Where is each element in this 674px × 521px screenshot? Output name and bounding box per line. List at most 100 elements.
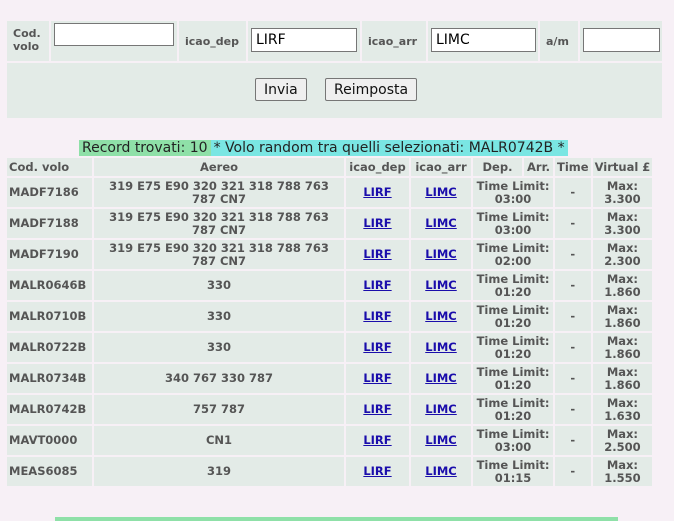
- icao-dep-link[interactable]: LIRF: [363, 402, 391, 416]
- icao-arr-cell: LIMC: [411, 271, 471, 300]
- icao-dep-cell: LIRF: [346, 271, 409, 300]
- icao-arr-link[interactable]: LIMC: [425, 464, 457, 478]
- submit-button[interactable]: Invia: [255, 78, 307, 101]
- time-limit-value: 01:20: [494, 408, 532, 423]
- time-limit-cell: Time Limit: 03:00: [473, 178, 553, 207]
- icao-arr-cell: LIMC: [411, 457, 471, 486]
- icao-dep-link[interactable]: LIRF: [363, 216, 391, 230]
- time-cell: -: [555, 178, 591, 207]
- icao-arr-link[interactable]: LIMC: [425, 247, 457, 261]
- max-value: 3.300: [604, 191, 641, 206]
- icao-arr-link[interactable]: LIMC: [425, 433, 457, 447]
- virtual-cell: Max: 2.300: [592, 240, 653, 269]
- time-cell: -: [555, 271, 591, 300]
- flight-code-cell: MADF7190: [7, 240, 92, 269]
- am-input[interactable]: [583, 28, 660, 52]
- icao-dep-input[interactable]: [251, 28, 357, 52]
- icao-dep-link[interactable]: LIRF: [363, 309, 391, 323]
- time-limit-label: Time Limit:: [476, 271, 550, 286]
- time-cell: -: [555, 209, 591, 238]
- virtual-cell: Max: 1.550: [592, 457, 653, 486]
- time-limit-value: 01:20: [494, 284, 532, 299]
- flight-code-cell: MADF7188: [7, 209, 92, 238]
- icao-arr-link[interactable]: LIMC: [425, 185, 457, 199]
- icao-arr-link[interactable]: LIMC: [425, 216, 457, 230]
- max-value: 1.550: [604, 470, 641, 485]
- time-limit-label: Time Limit:: [476, 364, 550, 379]
- col-header-cod-volo: Cod. volo: [7, 158, 92, 176]
- virtual-cell: Max: 3.300: [592, 178, 653, 207]
- virtual-cell: Max: 1.630: [592, 395, 653, 424]
- virtual-cell: Max: 1.860: [592, 364, 653, 393]
- flight-code-cell: MADF7186: [7, 178, 92, 207]
- table-header-row: Cod. volo Aereo icao_dep icao_arr Dep. A…: [7, 158, 653, 176]
- max-label: Max:: [606, 395, 639, 410]
- table-row: MADF7186 319 E75 E90 320 321 318 788 763 …: [7, 178, 653, 207]
- max-value: 1.860: [604, 284, 641, 299]
- aircraft-cell: 340 767 330 787: [94, 364, 344, 393]
- icao-arr-link[interactable]: LIMC: [425, 278, 457, 292]
- icao-dep-link[interactable]: LIRF: [363, 464, 391, 478]
- am-label-cell: a/m: [540, 21, 578, 61]
- cod-volo-input[interactable]: [54, 23, 174, 46]
- max-label: Max:: [606, 271, 639, 286]
- aircraft-cell: CN1: [94, 426, 344, 455]
- time-limit-label: Time Limit:: [476, 333, 550, 348]
- max-label: Max:: [606, 178, 639, 193]
- icao-dep-cell: LIRF: [346, 178, 409, 207]
- max-value: 3.300: [604, 222, 641, 237]
- time-limit-value: 01:20: [494, 377, 532, 392]
- time-cell: -: [555, 333, 591, 362]
- max-label: Max:: [606, 333, 639, 348]
- random-flight-text: * Volo random tra quelli selezionati: MA…: [210, 140, 568, 156]
- virtual-cell: Max: 3.300: [592, 209, 653, 238]
- reset-button[interactable]: Reimposta: [325, 78, 418, 101]
- col-header-aereo: Aereo: [94, 158, 344, 176]
- icao-dep-cell: LIRF: [346, 457, 409, 486]
- time-limit-value: 03:00: [494, 439, 532, 454]
- icao-dep-cell: LIRF: [346, 209, 409, 238]
- aircraft-cell: 319 E75 E90 320 321 318 788 763 787 CN7: [94, 240, 344, 269]
- time-limit-label: Time Limit:: [476, 426, 550, 441]
- time-limit-label: Time Limit:: [476, 457, 550, 472]
- icao-arr-link[interactable]: LIMC: [425, 340, 457, 354]
- virtual-cell: Max: 1.860: [592, 302, 653, 331]
- flight-code-cell: MALR0710B: [7, 302, 92, 331]
- icao-arr-link[interactable]: LIMC: [425, 309, 457, 323]
- icao-arr-link[interactable]: LIMC: [425, 402, 457, 416]
- result-banner: Record trovati: 10 * Volo random tra quel…: [79, 139, 568, 157]
- max-value: 2.300: [604, 253, 641, 268]
- am-input-cell: [580, 21, 662, 61]
- icao-dep-cell: LIRF: [346, 302, 409, 331]
- icao-arr-cell: LIMC: [411, 302, 471, 331]
- icao-dep-link[interactable]: LIRF: [363, 278, 391, 292]
- time-limit-label: Time Limit:: [476, 395, 550, 410]
- icao-arr-input-cell: [428, 21, 538, 61]
- max-value: 1.860: [604, 346, 641, 361]
- flight-code-cell: MALR0722B: [7, 333, 92, 362]
- max-value: 2.500: [604, 439, 641, 454]
- time-limit-value: 01:20: [494, 315, 532, 330]
- icao-dep-link[interactable]: LIRF: [363, 247, 391, 261]
- icao-arr-cell: LIMC: [411, 333, 471, 362]
- icao-dep-link[interactable]: LIRF: [363, 371, 391, 385]
- table-row: MADF7188 319 E75 E90 320 321 318 788 763 …: [7, 209, 653, 238]
- icao-arr-link[interactable]: LIMC: [425, 371, 457, 385]
- virtual-cell: Max: 1.860: [592, 333, 653, 362]
- time-limit-cell: Time Limit: 01:20: [473, 271, 553, 300]
- icao-dep-cell: LIRF: [346, 240, 409, 269]
- icao-dep-link[interactable]: LIRF: [363, 185, 391, 199]
- icao-dep-link[interactable]: LIRF: [363, 340, 391, 354]
- col-header-arr: Arr.: [524, 158, 553, 176]
- icao-dep-link[interactable]: LIRF: [363, 433, 391, 447]
- time-limit-cell: Time Limit: 03:00: [473, 209, 553, 238]
- icao-arr-cell: LIMC: [411, 426, 471, 455]
- time-limit-value: 01:20: [494, 346, 532, 361]
- flight-code-cell: MALR0646B: [7, 271, 92, 300]
- icao-arr-cell: LIMC: [411, 364, 471, 393]
- results-table: Cod. volo Aereo icao_dep icao_arr Dep. A…: [5, 156, 654, 488]
- col-header-virtual: Virtual £: [592, 158, 653, 176]
- flight-code-cell: MALR0734B: [7, 364, 92, 393]
- time-limit-cell: Time Limit: 01:20: [473, 364, 553, 393]
- icao-arr-input[interactable]: [431, 28, 536, 52]
